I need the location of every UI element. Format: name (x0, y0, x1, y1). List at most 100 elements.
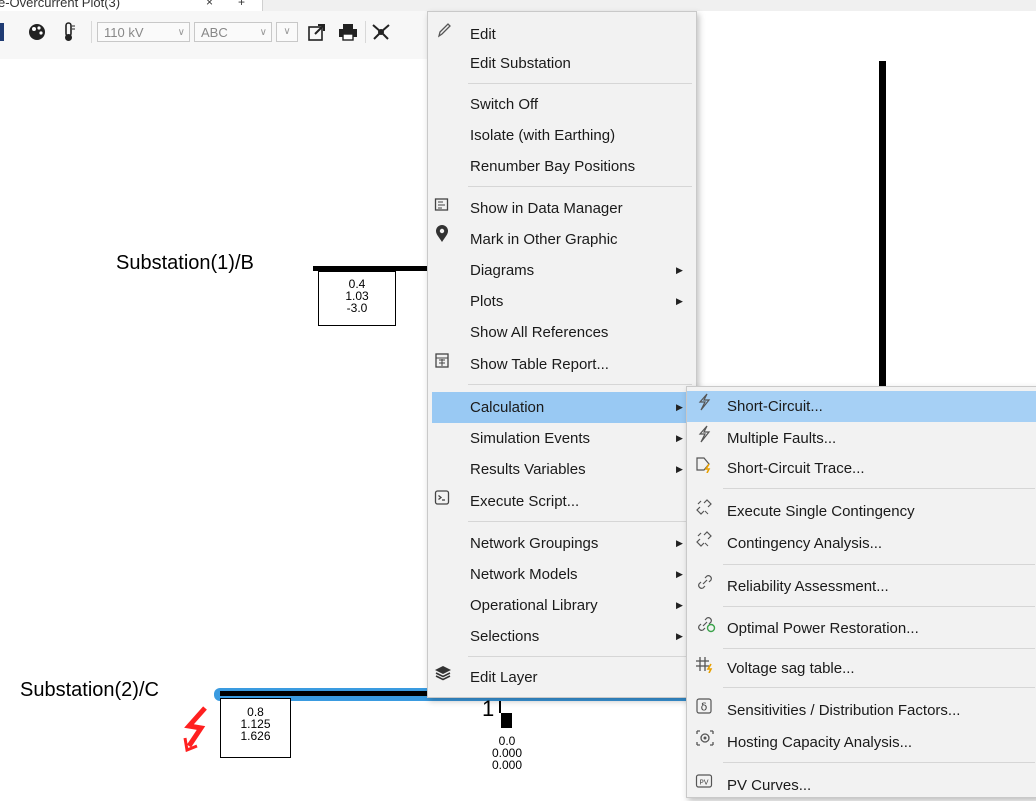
menu-separator (723, 488, 1035, 489)
menu-item-diagrams[interactable]: Diagrams ▶ (428, 255, 696, 286)
voltage-select-value: 110 kV (104, 25, 144, 40)
menu-separator (723, 564, 1035, 565)
menu-item-show-table-report[interactable]: Show Table Report... (428, 349, 696, 380)
result-box-substation-2[interactable]: 0.8 1.125 1.626 (220, 698, 291, 758)
bus-label-substation-1[interactable]: Substation(1)/B (116, 252, 254, 275)
submenu-item-sensitivities[interactable]: δ Sensitivities / Distribution Factors..… (687, 695, 1036, 726)
submenu-item-short-circuit-trace[interactable]: Short-Circuit Trace... (687, 453, 1036, 484)
submenu-arrow-icon: ▶ (676, 600, 683, 610)
submenu-item-optimal-power-restoration[interactable]: Optimal Power Restoration... (687, 613, 1036, 644)
menu-item-simulation-events[interactable]: Simulation Events ▶ (428, 423, 696, 454)
submenu-arrow-icon: ▶ (676, 631, 683, 641)
voltage-select[interactable]: 110 kV ∨ (97, 22, 190, 42)
submenu-item-execute-single-contingency[interactable]: Execute Single Contingency (687, 496, 1036, 527)
menu-item-network-models[interactable]: Network Models ▶ (428, 559, 696, 590)
phase-select[interactable]: ABC ∨ (194, 22, 272, 42)
submenu-item-label: Reliability Assessment... (727, 578, 889, 595)
menu-item-label: Switch Off (470, 96, 539, 113)
menu-item-switch-off[interactable]: Switch Off (428, 89, 696, 120)
submenu-arrow-icon: ▶ (676, 569, 683, 579)
close-icon[interactable]: × (206, 0, 213, 11)
menu-item-label: Show Table Report... (470, 356, 609, 373)
trace-icon (695, 453, 713, 484)
result-value: -3.0 (346, 301, 368, 315)
submenu-item-short-circuit[interactable]: Short-Circuit... (687, 391, 1036, 422)
menu-item-renumber-bay[interactable]: Renumber Bay Positions (428, 151, 696, 182)
submenu-item-multiple-faults[interactable]: Multiple Faults... (687, 423, 1036, 454)
tab-strip: e-Overcurrent Plot(3) × + (0, 0, 1036, 11)
menu-item-show-in-data-manager[interactable]: Show in Data Manager (428, 193, 696, 224)
broken-link-icon (695, 496, 713, 527)
menu-item-isolate[interactable]: Isolate (with Earthing) (428, 120, 696, 151)
chevron-down-icon[interactable]: ∨ (276, 22, 298, 42)
submenu-item-label: Optimal Power Restoration... (727, 620, 919, 637)
lightning-icon (696, 391, 712, 422)
menu-item-label: Mark in Other Graphic (470, 231, 618, 248)
toolbar: 110 kV ∨ ABC ∨ ∨ (0, 11, 440, 59)
submenu-item-hosting-capacity[interactable]: Hosting Capacity Analysis... (687, 727, 1036, 758)
submenu-item-label: PV Curves... (727, 777, 812, 794)
submenu-item-reliability-assessment[interactable]: Reliability Assessment... (687, 571, 1036, 602)
lightning-icon (696, 423, 712, 454)
link-restore-icon (696, 613, 716, 644)
menu-item-execute-script[interactable]: Execute Script... (428, 486, 696, 517)
menu-item-edit[interactable]: Edit (428, 19, 696, 50)
submenu-item-voltage-sag-table[interactable]: Voltage sag table... (687, 653, 1036, 684)
thermometer-icon[interactable] (62, 22, 76, 45)
menu-item-label: Simulation Events (470, 430, 591, 447)
menu-item-selections[interactable]: Selections ▶ (428, 621, 696, 652)
fault-lightning-icon[interactable] (183, 706, 211, 757)
submenu-item-contingency-analysis[interactable]: Contingency Analysis... (687, 528, 1036, 559)
menu-separator (723, 762, 1035, 763)
pv-icon: PV (695, 770, 713, 801)
menu-item-edit-layer[interactable]: Edit Layer (428, 662, 696, 693)
tab-overcurrent-plot[interactable]: e-Overcurrent Plot(3) × + (0, 0, 263, 11)
chevron-down-icon: ∨ (177, 27, 185, 38)
menu-item-operational-library[interactable]: Operational Library ▶ (428, 590, 696, 621)
menu-item-label: Plots (470, 293, 504, 310)
print-icon[interactable] (338, 23, 358, 46)
menu-separator (468, 521, 692, 522)
menu-item-plots[interactable]: Plots ▶ (428, 286, 696, 317)
menu-item-label: Selections (470, 628, 540, 645)
breaker-symbol[interactable] (501, 713, 512, 728)
menu-item-edit-substation[interactable]: Edit Substation (428, 48, 696, 79)
result-value: 0.000 (491, 758, 523, 772)
submenu-item-pv-curves[interactable]: PV PV Curves... (687, 770, 1036, 801)
menu-item-label: Show in Data Manager (470, 200, 623, 217)
palette-icon[interactable] (28, 23, 46, 44)
submenu-arrow-icon: ▶ (676, 265, 683, 275)
menu-item-label: Results Variables (470, 461, 586, 478)
submenu-item-label: Hosting Capacity Analysis... (727, 734, 913, 751)
submenu-item-label: Multiple Faults... (727, 430, 837, 447)
cursor-icon[interactable] (0, 23, 4, 41)
submenu-item-label: Voltage sag table... (727, 660, 855, 677)
menu-separator (468, 656, 692, 657)
menu-item-calculation[interactable]: Calculation ▶ (432, 392, 692, 423)
vertical-busbar[interactable] (879, 61, 886, 391)
menu-item-show-all-references[interactable]: Show All References (428, 317, 696, 348)
menu-item-mark-in-other-graphic[interactable]: Mark in Other Graphic (428, 224, 696, 255)
menu-item-label: Execute Script... (470, 493, 580, 510)
menu-separator (723, 648, 1035, 649)
menu-item-results-variables[interactable]: Results Variables ▶ (428, 454, 696, 485)
submenu-item-label: Execute Single Contingency (727, 503, 915, 520)
calculation-submenu: Short-Circuit... Multiple Faults... Shor… (686, 386, 1036, 798)
export-icon[interactable] (308, 23, 326, 46)
svg-text:δ: δ (701, 701, 708, 714)
location-pin-icon (434, 224, 450, 255)
bus-label-substation-2[interactable]: Substation(2)/C (20, 679, 159, 702)
add-tab-icon[interactable]: + (238, 0, 245, 11)
menu-separator (723, 606, 1035, 607)
submenu-item-label: Short-Circuit... (727, 398, 823, 415)
menu-item-network-groupings[interactable]: Network Groupings ▶ (428, 528, 696, 559)
network-icon[interactable] (371, 22, 391, 47)
chevron-down-icon: ∨ (259, 27, 267, 38)
submenu-arrow-icon: ▶ (676, 464, 683, 474)
menu-separator (468, 384, 692, 385)
data-manager-icon (434, 193, 450, 224)
submenu-item-label: Short-Circuit Trace... (727, 460, 865, 477)
layers-icon (434, 662, 452, 693)
result-box-substation-1[interactable]: 0.4 1.03 -3.0 (318, 271, 396, 326)
node-connector (499, 701, 501, 713)
